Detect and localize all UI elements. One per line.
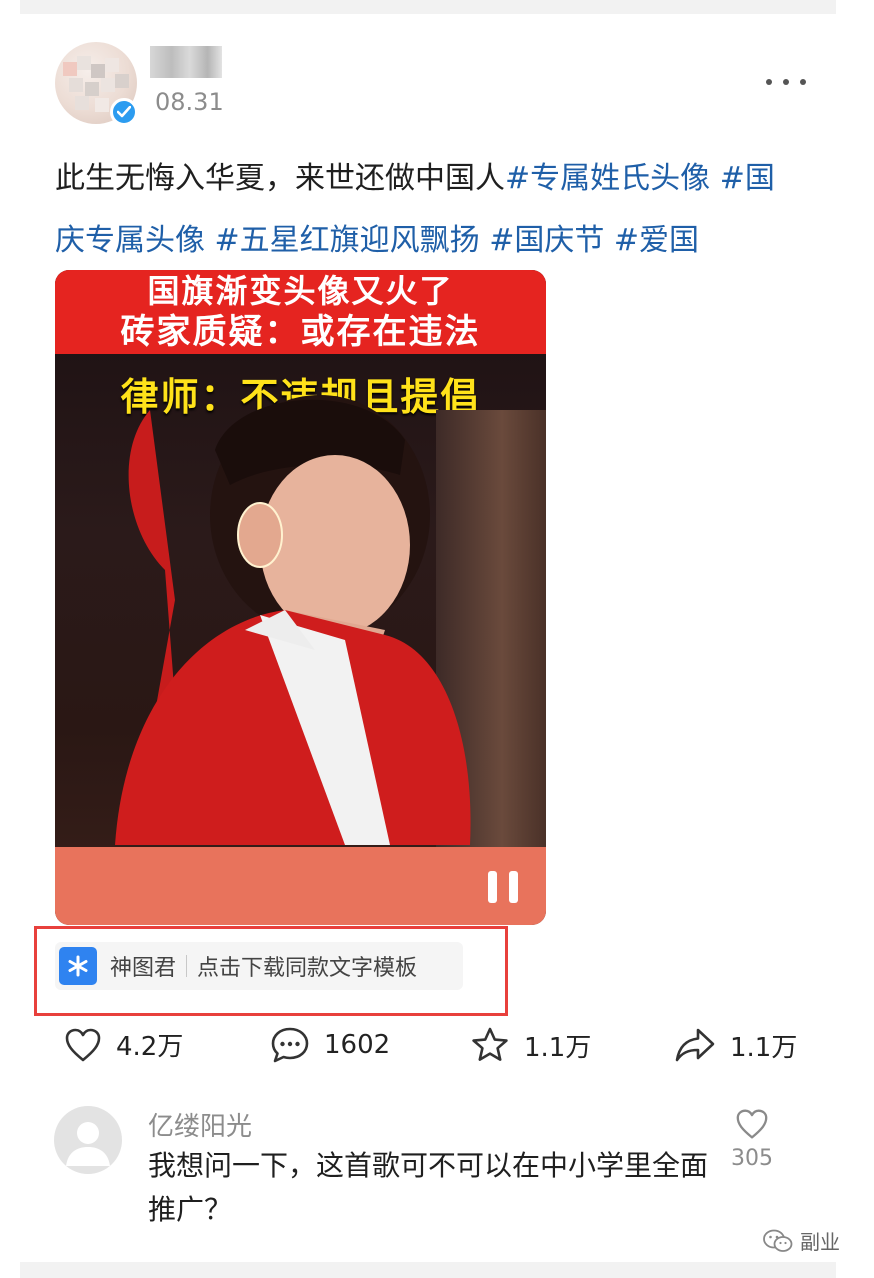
commenter-avatar[interactable]: [54, 1106, 122, 1174]
comment-count: 1602: [324, 1030, 391, 1060]
hashtag-link[interactable]: #五星红旗迎风飘扬: [215, 223, 480, 258]
heart-icon: [736, 1109, 768, 1139]
post-text: 此生无悔入华夏，来世还做中国人#专属姓氏头像 #国庆专属头像 #五星红旗迎风飘扬…: [55, 148, 795, 272]
previous-card-edge: [20, 0, 836, 14]
comment-text: 我想问一下，这首歌可不可以在中小学里全面推广？: [148, 1149, 709, 1226]
default-user-icon: [66, 1122, 110, 1166]
favorite-button[interactable]: 1.1万: [470, 1026, 591, 1064]
verified-badge-icon: [110, 98, 138, 126]
star-icon: [472, 1027, 508, 1061]
more-dot-icon: [800, 79, 806, 85]
username-redacted[interactable]: [150, 46, 222, 78]
video-player[interactable]: 国旗渐变头像又火了 砖家质疑：或存在违法 律师：不违规且提倡: [55, 270, 546, 925]
template-source-name: 神图君: [110, 956, 177, 981]
template-download-link[interactable]: 点击下载同款文字模板: [197, 950, 417, 982]
pause-icon[interactable]: [488, 871, 518, 903]
wechat-logo-icon: [763, 1229, 793, 1252]
asterisk-logo-icon: [59, 947, 97, 985]
watermark-text: 副业: [800, 1230, 840, 1254]
hashtag-link[interactable]: #爱国: [614, 223, 699, 258]
like-count: 4.2万: [116, 1032, 184, 1062]
post-body: 此生无悔入华夏，来世还做中国人: [55, 161, 505, 196]
hashtag-link[interactable]: #专属姓氏头像: [505, 161, 710, 196]
share-count: 1.1万: [730, 1032, 798, 1063]
heart-icon: [65, 1028, 101, 1061]
post-date: 08.31: [155, 88, 224, 116]
video-control-bar: [55, 847, 546, 925]
next-card-edge: [20, 1262, 836, 1278]
comment-bubble-icon: [271, 1027, 309, 1063]
share-arrow-icon: [675, 1028, 715, 1062]
commenter-name[interactable]: 亿缕阳光: [148, 1106, 252, 1143]
comment-button[interactable]: 1602: [270, 1026, 390, 1064]
more-dot-icon: [783, 79, 789, 85]
comment-like-count: 305: [731, 1146, 773, 1171]
chip-divider: [186, 955, 188, 977]
video-frame-figure: [115, 395, 471, 845]
comment-like-button[interactable]: 305: [728, 1108, 776, 1171]
more-options-button[interactable]: [766, 70, 806, 94]
hashtag-link[interactable]: #国庆节: [489, 223, 604, 258]
like-button[interactable]: 4.2万: [64, 1026, 183, 1063]
post-action-bar: 4.2万 1602 1.1万 1.1万: [0, 1020, 874, 1074]
wechat-watermark: 副业: [762, 1226, 840, 1255]
favorite-count: 1.1万: [524, 1032, 592, 1063]
template-download-chip[interactable]: 神图君 点击下载同款文字模板: [55, 942, 463, 990]
more-dot-icon: [766, 79, 772, 85]
share-button[interactable]: 1.1万: [674, 1026, 797, 1064]
